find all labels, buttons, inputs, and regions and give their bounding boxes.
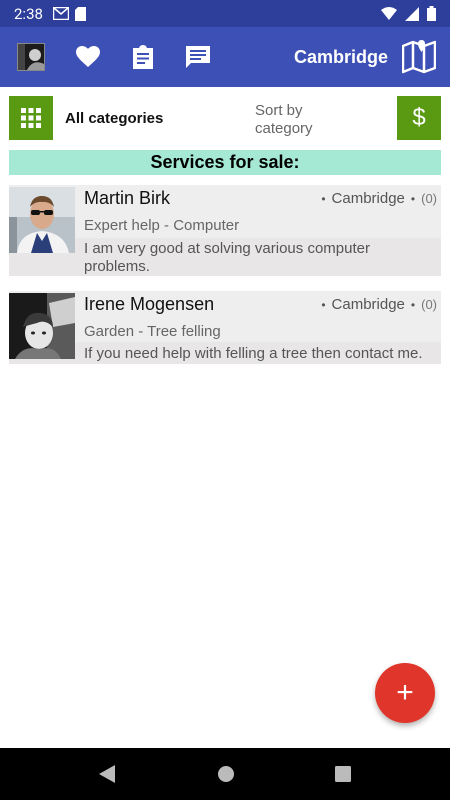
filter-row: All categories Sort by category $ (9, 96, 441, 140)
gmail-icon (52, 7, 69, 20)
status-left-icons (52, 6, 86, 21)
list-item[interactable]: Martin Birk • Cambridge • (0) Expert hel… (9, 185, 441, 276)
listing-category: Garden - Tree felling (84, 323, 221, 340)
price-button[interactable]: $ (397, 96, 441, 140)
map-button[interactable] (401, 40, 437, 74)
review-count: (0) (421, 191, 437, 206)
heart-icon (76, 46, 100, 67)
system-nav-bar (0, 748, 450, 800)
app-bar: Cambridge (0, 27, 450, 87)
battery-icon (427, 6, 436, 21)
back-icon[interactable] (99, 765, 117, 783)
messages-button[interactable] (186, 45, 210, 69)
clipboard-button[interactable] (131, 45, 155, 69)
map-icon (401, 40, 437, 74)
review-count: (0) (421, 297, 437, 312)
listing-category: Expert help - Computer (84, 217, 240, 234)
favorites-button[interactable] (76, 45, 100, 69)
listing-location: Cambridge (331, 190, 405, 207)
section-header: Services for sale: (9, 150, 441, 175)
category-selector[interactable]: All categories (65, 110, 163, 127)
chat-icon (186, 46, 210, 68)
listing-meta: • Cambridge • (0) (321, 296, 437, 313)
clipboard-icon (133, 45, 153, 69)
add-listing-button[interactable]: + (375, 663, 435, 723)
home-icon[interactable] (217, 765, 235, 783)
listing-location: Cambridge (331, 296, 405, 313)
wifi-icon (381, 7, 397, 20)
listing-description: I am very good at solving various comput… (84, 240, 370, 275)
plus-icon: + (396, 676, 414, 709)
listing-meta: • Cambridge • (0) (321, 190, 437, 207)
recents-icon[interactable] (335, 766, 351, 782)
status-right-icons (381, 6, 436, 21)
sort-by-category[interactable]: Sort by category (255, 102, 335, 138)
dollar-icon: $ (412, 104, 426, 131)
screen: 2:38 Cambridge All categories Sort by ca… (0, 0, 450, 800)
list-item[interactable]: Irene Mogensen • Cambridge • (0) Garden … (9, 291, 441, 364)
category-grid-button[interactable] (9, 96, 53, 140)
status-time: 2:38 (14, 4, 43, 23)
avatar (9, 187, 75, 253)
sd-card-icon (74, 6, 86, 21)
avatar (9, 293, 75, 359)
location-title[interactable]: Cambridge (294, 47, 388, 68)
listing-description: If you need help with felling a tree the… (84, 345, 423, 362)
grid-icon (21, 108, 41, 128)
sort-label-line2: category (255, 120, 313, 137)
sort-label-line1: Sort by (255, 102, 303, 119)
status-bar: 2:38 (0, 0, 450, 27)
profile-avatar[interactable] (17, 43, 45, 71)
listing-name: Martin Birk (84, 188, 171, 208)
signal-icon (405, 6, 419, 21)
listing-name: Irene Mogensen (84, 294, 215, 314)
